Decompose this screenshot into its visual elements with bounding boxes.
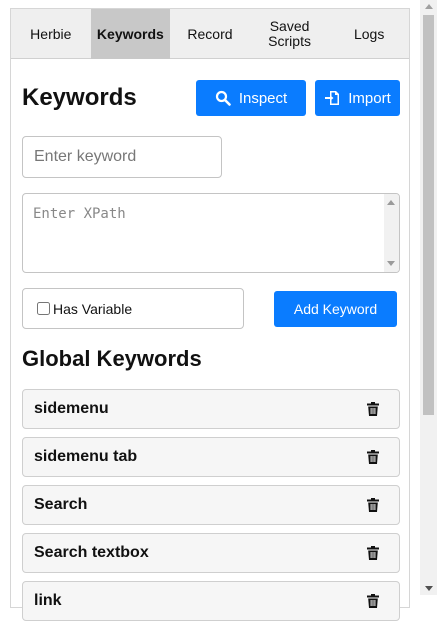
tab-keywords[interactable]: Keywords xyxy=(90,9,171,59)
inspect-button[interactable]: Inspect xyxy=(196,80,306,116)
list-item[interactable]: sidemenu tab xyxy=(22,437,400,477)
inspect-label: Inspect xyxy=(238,89,288,107)
scroll-up-arrow-icon[interactable] xyxy=(425,4,433,9)
list-item[interactable]: sidemenu xyxy=(22,389,400,429)
trash-icon[interactable] xyxy=(367,498,379,512)
list-item[interactable]: Search textbox xyxy=(22,533,400,573)
xpath-field xyxy=(22,193,400,273)
list-item[interactable]: Search xyxy=(22,485,400,525)
search-icon xyxy=(215,90,231,106)
trash-icon[interactable] xyxy=(367,594,379,608)
tab-herbie[interactable]: Herbie xyxy=(11,9,91,59)
extension-panel: Herbie Keywords Record Saved Scripts Log… xyxy=(10,8,410,621)
keyword-input[interactable] xyxy=(22,136,222,178)
scroll-up-arrow-icon[interactable] xyxy=(387,200,395,205)
has-variable-label: Has Variable xyxy=(53,300,133,317)
xpath-textarea[interactable] xyxy=(23,194,385,272)
import-button[interactable]: Import xyxy=(315,80,400,116)
has-variable-option[interactable]: Has Variable xyxy=(22,288,244,329)
tab-logs[interactable]: Logs xyxy=(329,9,409,59)
scrollbar-thumb[interactable] xyxy=(423,15,434,415)
scroll-down-arrow-icon[interactable] xyxy=(425,586,433,591)
trash-icon[interactable] xyxy=(367,402,379,416)
has-variable-checkbox[interactable] xyxy=(37,302,50,315)
list-item[interactable]: link xyxy=(22,581,400,621)
import-icon xyxy=(325,91,340,105)
keyword-label: sidemenu tab xyxy=(34,448,138,465)
keyword-label: Search xyxy=(34,496,88,513)
global-keywords-list: sidemenu sidemenu tab Search Search text… xyxy=(22,389,400,629)
tab-saved-scripts[interactable]: Saved Scripts xyxy=(250,9,330,59)
trash-icon[interactable] xyxy=(367,546,379,560)
add-keyword-button[interactable]: Add Keyword xyxy=(274,291,397,327)
keyword-label: Search textbox xyxy=(34,544,149,561)
tab-bar: Herbie Keywords Record Saved Scripts Log… xyxy=(11,9,409,59)
import-label: Import xyxy=(348,89,391,107)
keyword-label: sidemenu xyxy=(34,400,109,417)
global-keywords-title: Global Keywords xyxy=(22,346,202,371)
window-scrollbar[interactable] xyxy=(420,0,437,595)
scroll-down-arrow-icon[interactable] xyxy=(387,261,395,266)
trash-icon[interactable] xyxy=(367,450,379,464)
tab-record[interactable]: Record xyxy=(170,9,250,59)
xpath-scrollbar[interactable] xyxy=(384,194,399,272)
page-title: Keywords xyxy=(22,84,137,111)
